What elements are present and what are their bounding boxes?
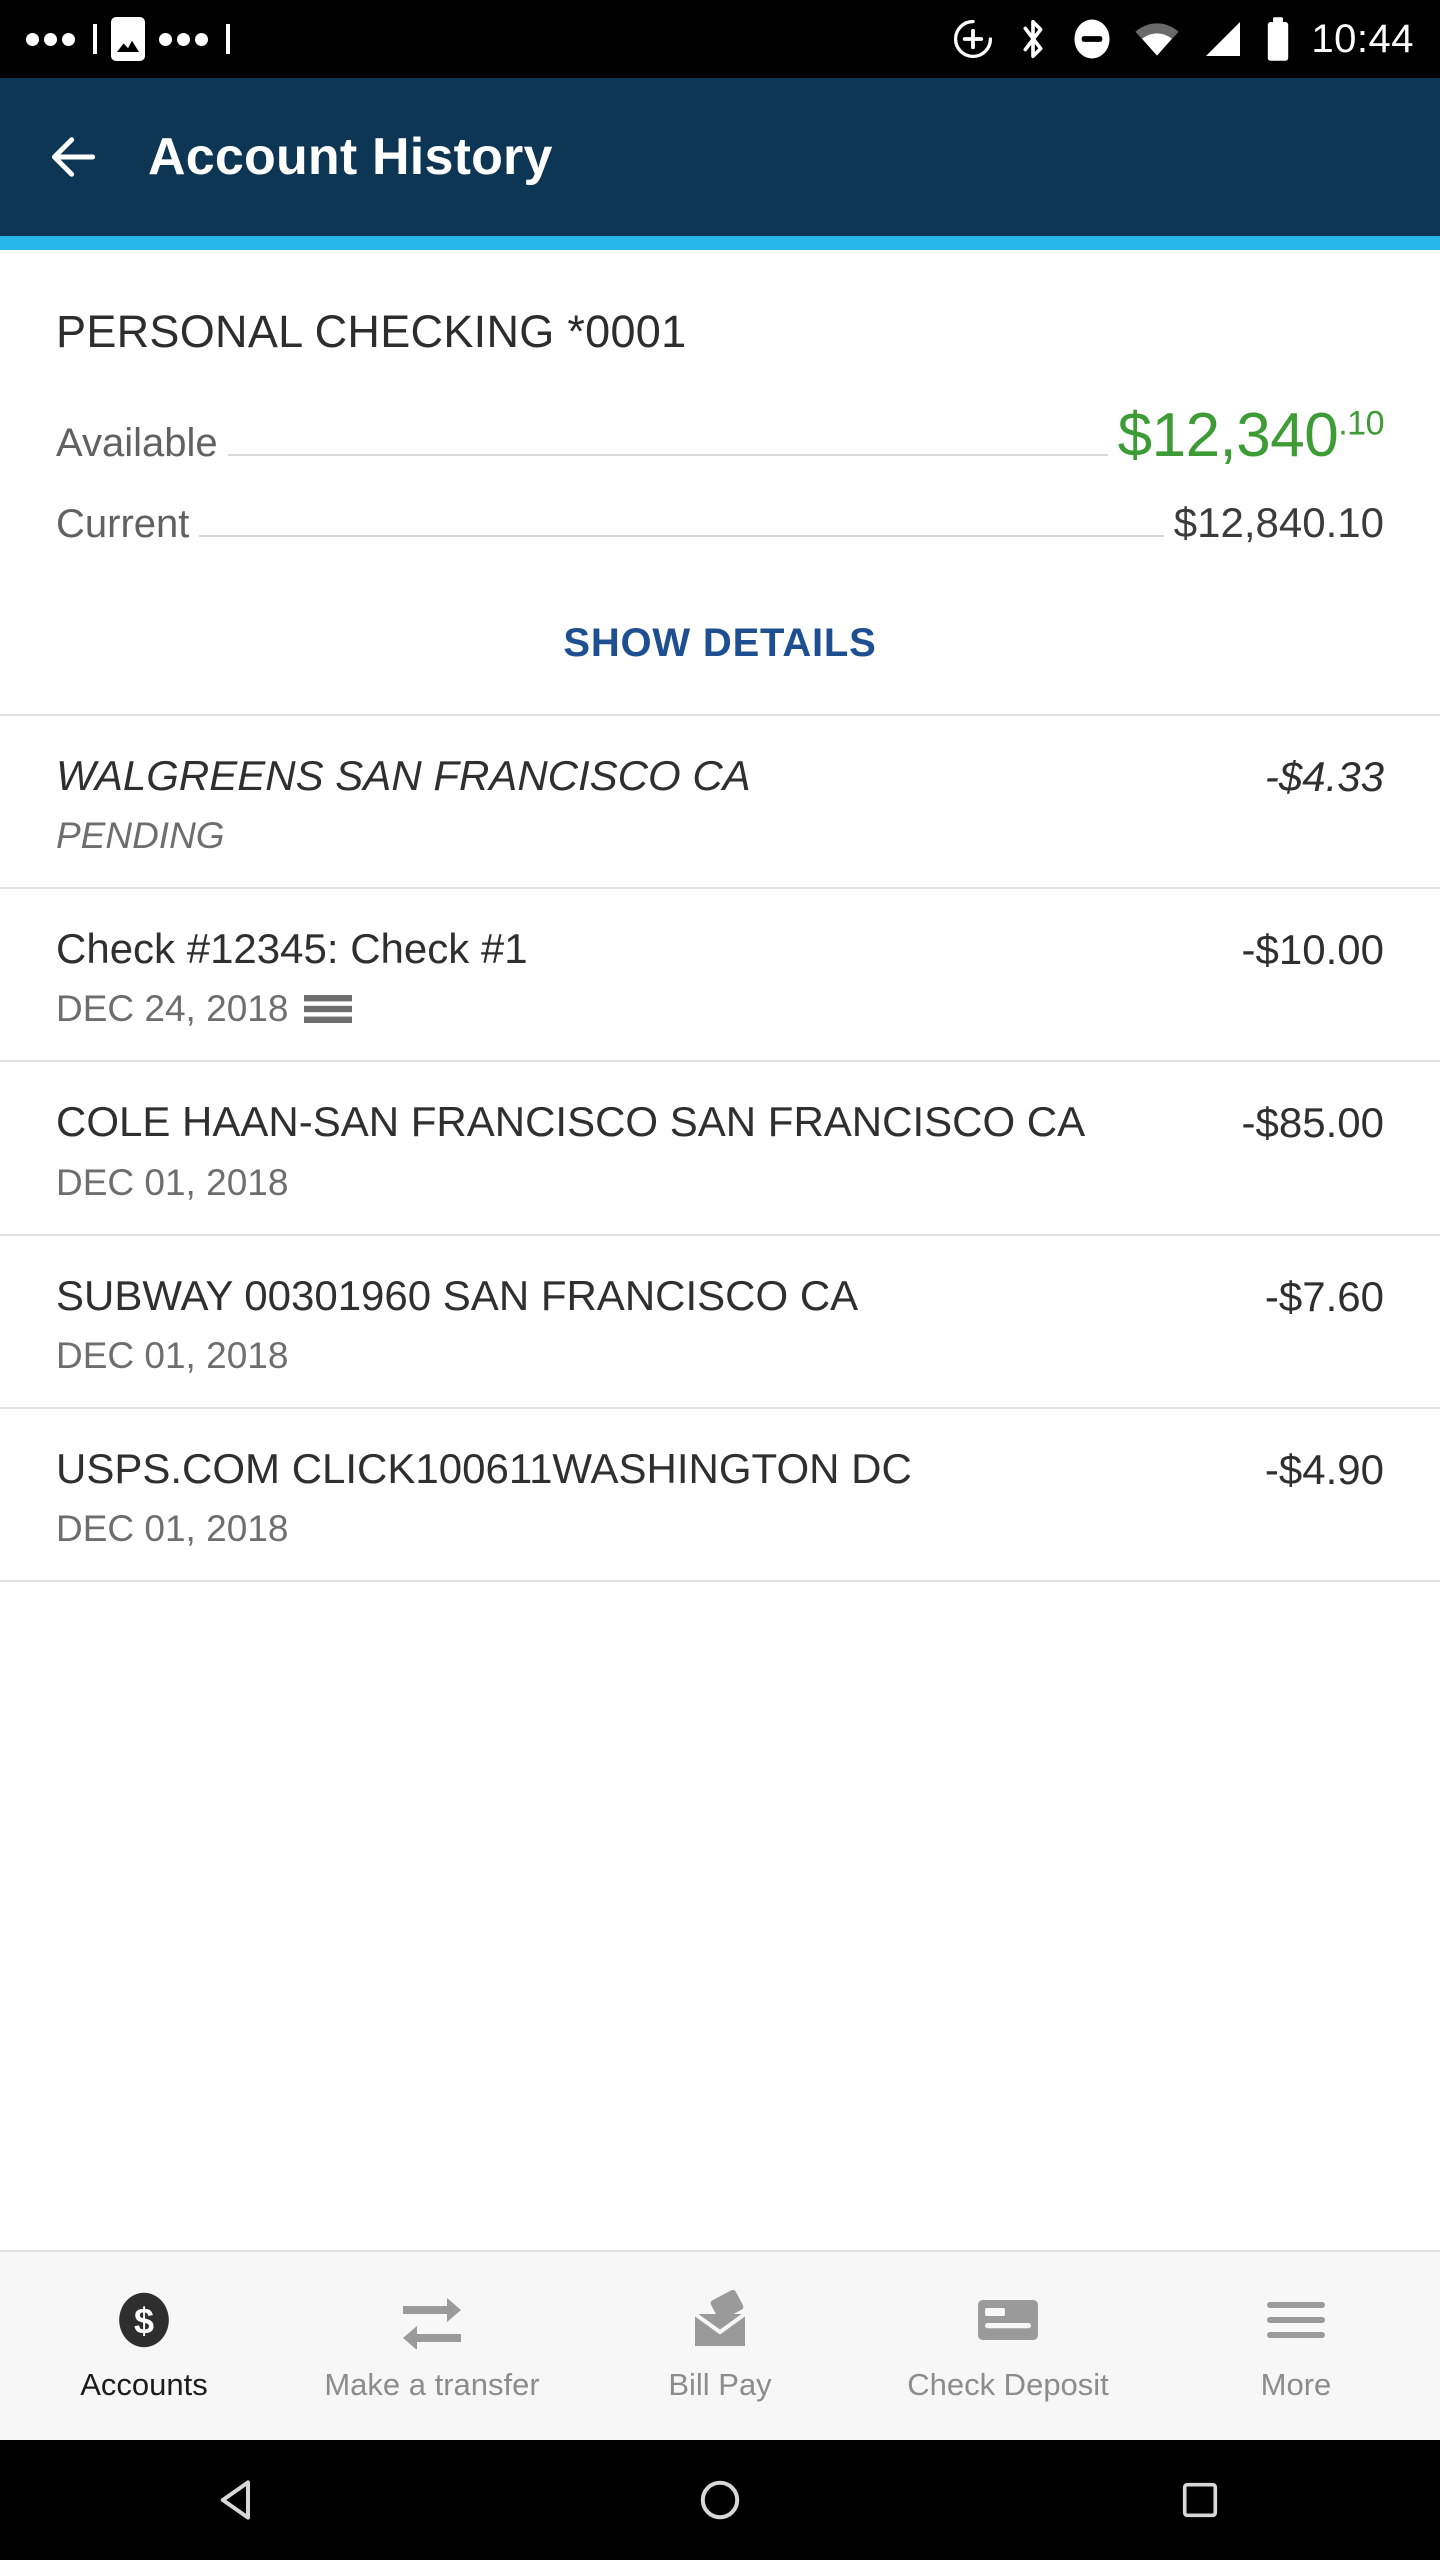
tab-label: Accounts: [80, 2367, 208, 2402]
status-bar: 10:44: [0, 0, 1440, 78]
transaction-date: DEC 01, 2018: [56, 1334, 289, 1376]
table-row[interactable]: WALGREENS SAN FRANCISCO CA PENDING -$4.3…: [0, 716, 1440, 890]
tab-bill-pay[interactable]: Bill Pay: [576, 2252, 864, 2440]
check-image-icon[interactable]: [304, 995, 353, 1024]
status-bar-left-icons: [26, 17, 230, 61]
tab-label: Bill Pay: [668, 2367, 772, 2402]
battery-icon: [1268, 17, 1289, 61]
android-nav-bar: [0, 2440, 1440, 2560]
bluetooth-icon: [1023, 19, 1043, 59]
account-summary: PERSONAL CHECKING *0001 Available $12,34…: [0, 250, 1440, 714]
transaction-meta: DEC 24, 2018: [56, 988, 1216, 1030]
tab-check-deposit[interactable]: Check Deposit: [864, 2252, 1152, 2440]
transaction-main: WALGREENS SAN FRANCISCO CA PENDING: [56, 750, 1265, 857]
transaction-amount: -$4.33: [1264, 753, 1384, 800]
current-balance-row: Current $12,840.10: [56, 499, 1384, 549]
table-row[interactable]: Check #12345: Check #1 DEC 24, 2018 -$10…: [0, 889, 1440, 1063]
available-amount-cents: .10: [1338, 404, 1384, 443]
available-label: Available: [56, 421, 218, 465]
tab-accounts[interactable]: $ Accounts: [0, 2252, 288, 2440]
transaction-description: COLE HAAN-SAN FRANCISCO SAN FRANCISCO CA: [56, 1098, 1086, 1146]
transfer-arrows-icon: [399, 2289, 465, 2351]
transaction-amount: -$10.00: [1241, 926, 1384, 974]
transaction-main: COLE HAAN-SAN FRANCISCO SAN FRANCISCO CA…: [56, 1096, 1242, 1203]
tab-label: More: [1260, 2367, 1332, 2402]
current-label: Current: [56, 502, 190, 546]
available-balance-row: Available $12,340.10: [56, 400, 1384, 471]
envelope-letter-icon: [689, 2289, 751, 2351]
bottom-tab-bar: $ Accounts Make a transfer Bill Pay Chec…: [0, 2250, 1440, 2440]
tab-make-a-transfer[interactable]: Make a transfer: [288, 2252, 576, 2440]
transaction-meta: DEC 01, 2018: [56, 1508, 1239, 1550]
status-bar-right-icons: 10:44: [951, 16, 1414, 62]
transaction-main: USPS.COM CLICK100611WASHINGTON DC DEC 01…: [56, 1443, 1265, 1550]
transaction-description: WALGREENS SAN FRANCISCO CA: [56, 752, 751, 799]
transaction-meta: PENDING: [56, 815, 1239, 857]
leader-line: [227, 454, 1108, 456]
notification-divider: [226, 24, 230, 54]
transaction-main: SUBWAY 00301960 SAN FRANCISCO CA DEC 01,…: [56, 1270, 1265, 1377]
transaction-amount: -$85.00: [1241, 1099, 1384, 1147]
transaction-main: Check #12345: Check #1 DEC 24, 2018: [56, 923, 1242, 1030]
transaction-amount: -$4.90: [1264, 1445, 1384, 1493]
transaction-date: DEC 01, 2018: [56, 1508, 289, 1550]
android-home-icon[interactable]: [660, 2440, 780, 2560]
check-card-icon: [976, 2289, 1040, 2351]
transaction-description: SUBWAY 00301960 SAN FRANCISCO CA: [56, 1271, 859, 1319]
page-title: Account History: [148, 128, 553, 186]
leader-line: [199, 535, 1164, 537]
account-name: PERSONAL CHECKING *0001: [56, 306, 687, 357]
do-not-disturb-icon: [1074, 19, 1110, 59]
back-arrow-icon[interactable]: [46, 129, 102, 185]
tab-label: Make a transfer: [324, 2367, 540, 2402]
transaction-description: Check #12345: Check #1: [56, 925, 528, 973]
transaction-date: DEC 01, 2018: [56, 1161, 289, 1203]
notification-divider: [93, 24, 97, 54]
show-details-button[interactable]: SHOW DETAILS: [56, 559, 1384, 714]
transaction-status: PENDING: [56, 815, 225, 857]
more-dots-icon: [26, 32, 75, 46]
tab-more[interactable]: More: [1152, 2252, 1440, 2440]
svg-text:$: $: [134, 2301, 154, 2342]
android-back-icon[interactable]: [180, 2440, 300, 2560]
available-amount-dollars: $12,340: [1117, 401, 1339, 470]
table-row[interactable]: USPS.COM CLICK100611WASHINGTON DC DEC 01…: [0, 1409, 1440, 1583]
accent-bar: [0, 236, 1440, 250]
transaction-description: USPS.COM CLICK100611WASHINGTON DC: [56, 1444, 912, 1492]
status-bar-clock: 10:44: [1311, 16, 1414, 61]
transaction-amount: -$7.60: [1264, 1272, 1384, 1320]
android-recents-icon[interactable]: [1140, 2440, 1260, 2560]
transaction-list: WALGREENS SAN FRANCISCO CA PENDING -$4.3…: [0, 714, 1440, 2250]
transaction-date: DEC 24, 2018: [56, 988, 289, 1030]
table-row[interactable]: SUBWAY 00301960 SAN FRANCISCO CA DEC 01,…: [0, 1236, 1440, 1409]
current-amount: $12,840.10: [1173, 499, 1384, 546]
transaction-meta: DEC 01, 2018: [56, 1335, 1239, 1377]
dollar-circle-icon: $: [114, 2289, 174, 2351]
more-dots-icon: [159, 32, 208, 46]
app-bar: Account History: [0, 78, 1440, 236]
cellular-signal-icon: [1206, 22, 1241, 56]
wifi-icon: [1135, 23, 1179, 56]
available-amount: $12,340.10: [1117, 400, 1385, 471]
tab-label: Check Deposit: [907, 2367, 1109, 2402]
hamburger-menu-icon: [1265, 2289, 1327, 2351]
location-add-icon: [954, 19, 993, 59]
table-row[interactable]: COLE HAAN-SAN FRANCISCO SAN FRANCISCO CA…: [0, 1062, 1440, 1236]
image-icon: [111, 17, 145, 61]
transaction-meta: DEC 01, 2018: [56, 1162, 1216, 1204]
phone-screen: 10:44 Account History PERSONAL CHECKING …: [0, 0, 1440, 2560]
